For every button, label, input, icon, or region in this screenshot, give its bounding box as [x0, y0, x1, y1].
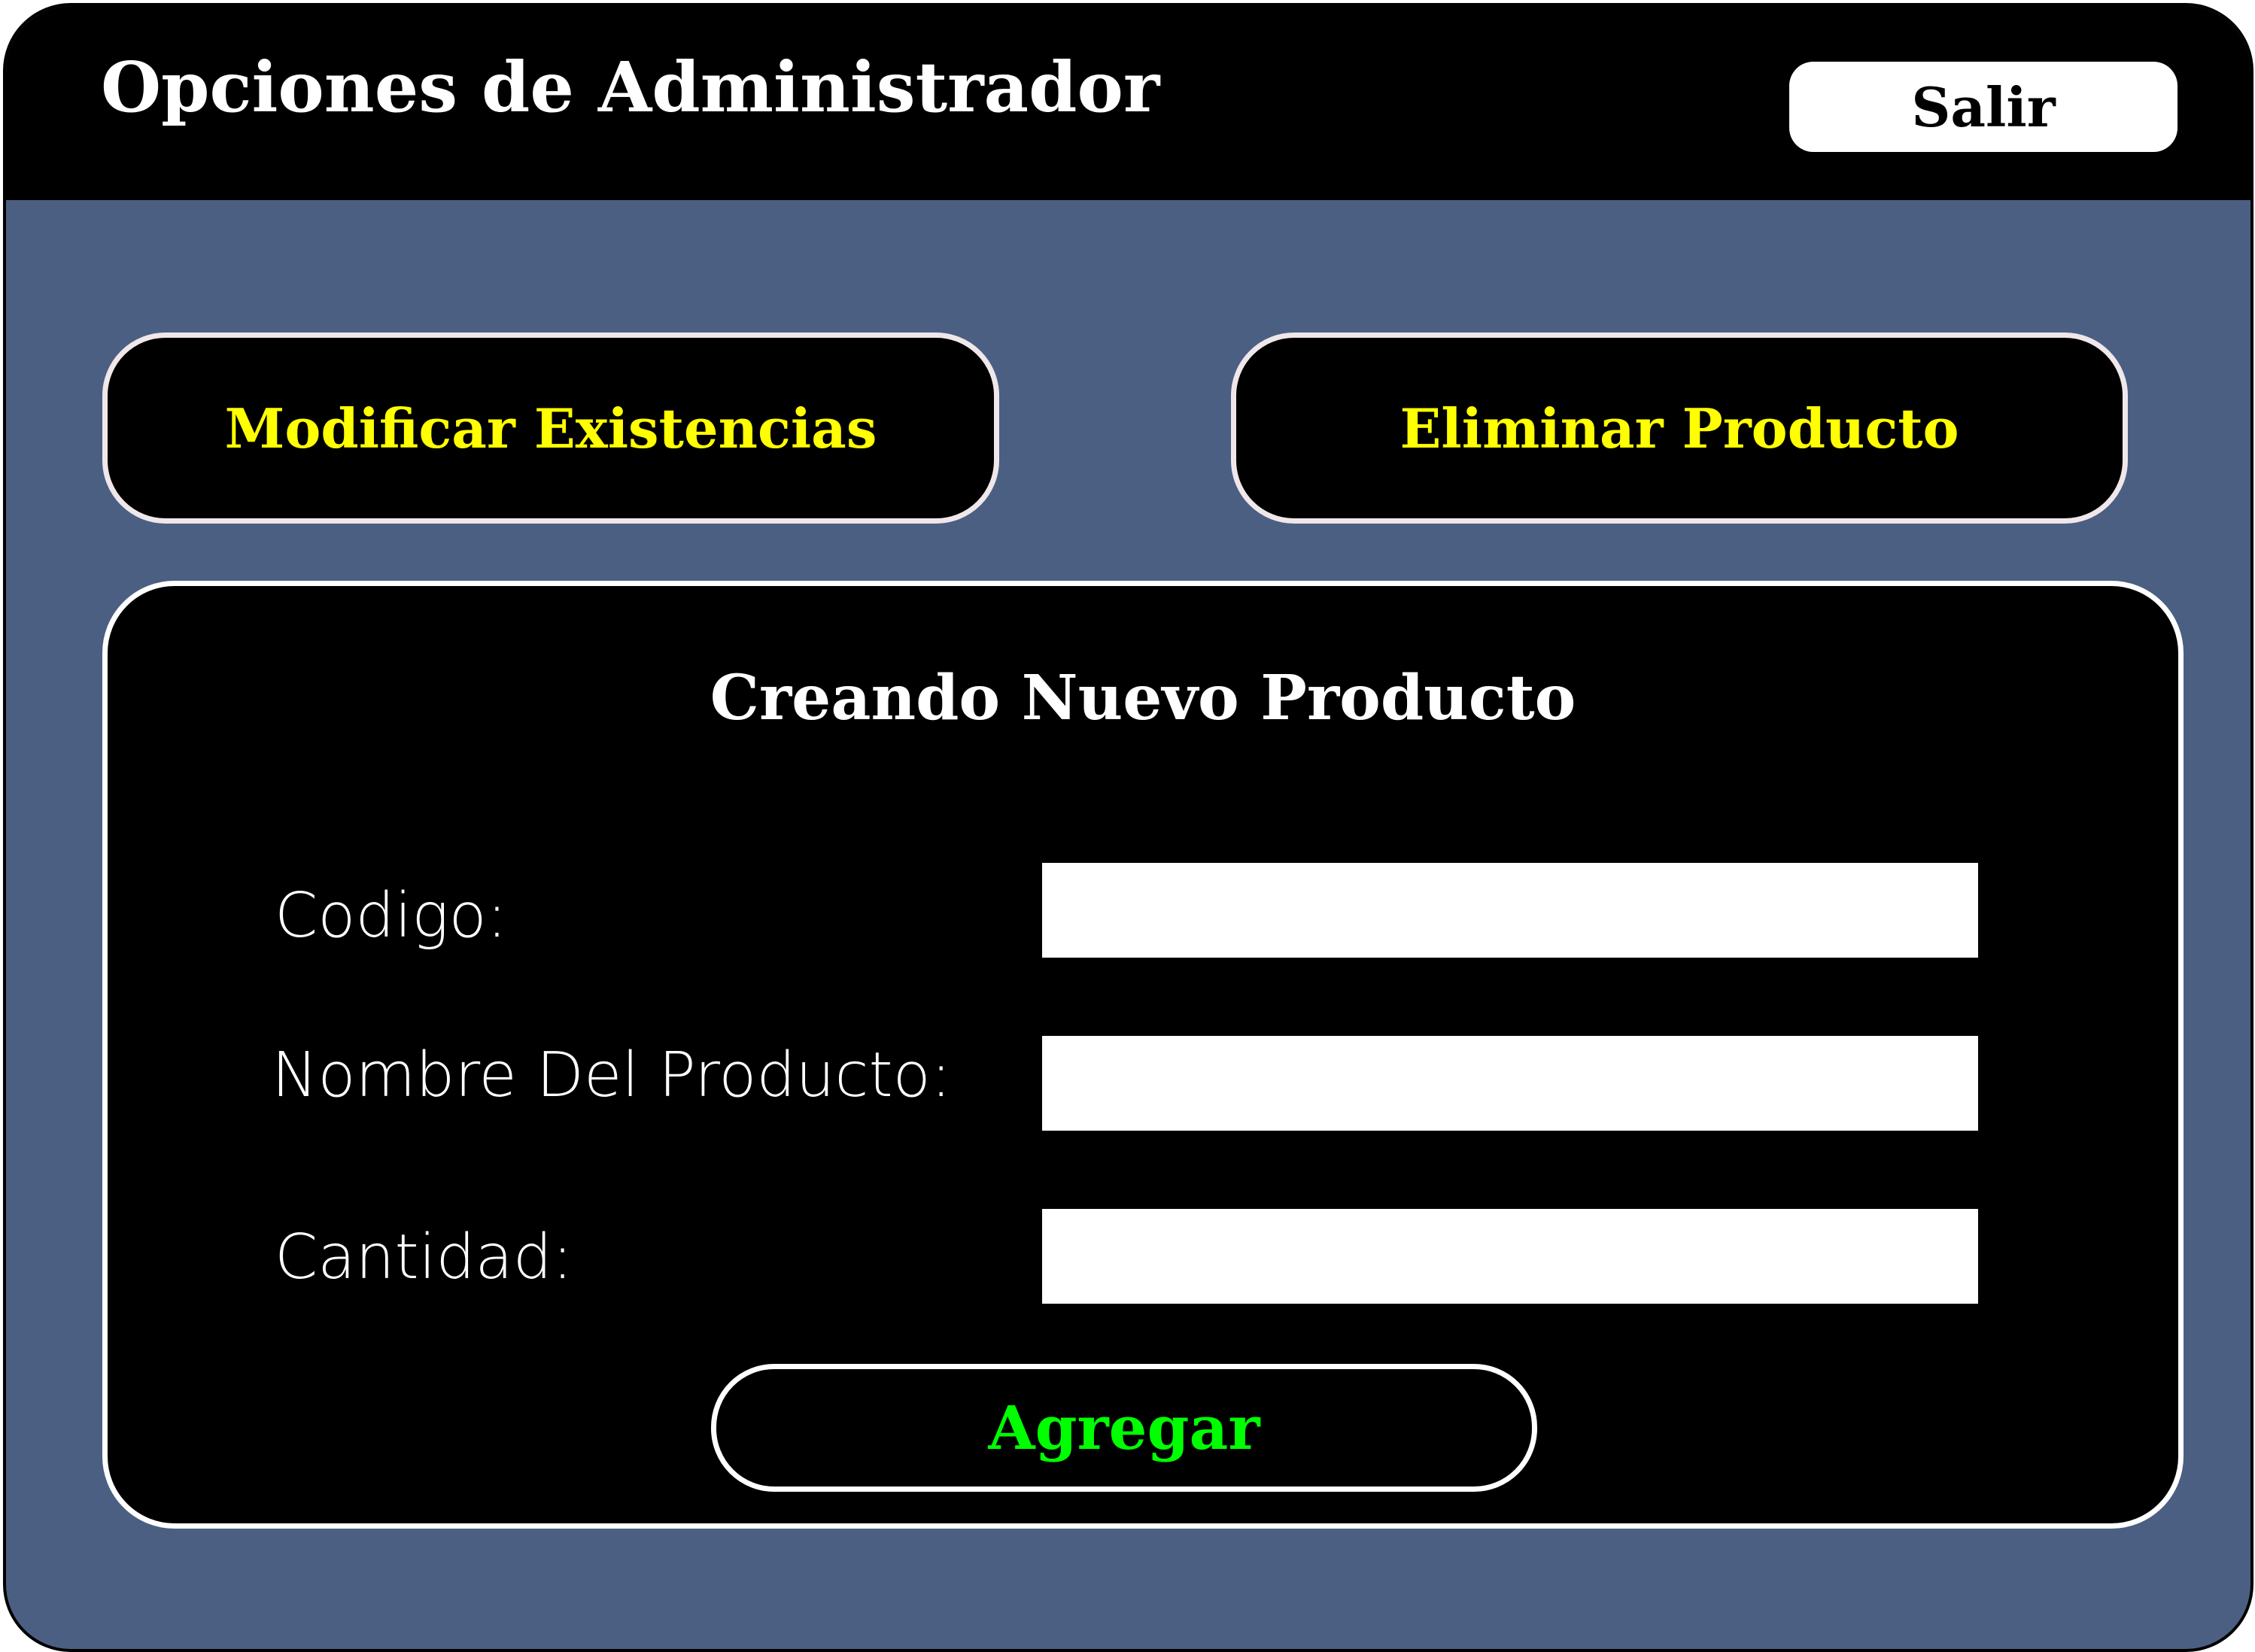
new-product-form: Creando Nuevo Producto Codigo: Nombre De…	[102, 581, 2184, 1529]
product-name-input[interactable]	[1042, 1036, 1978, 1131]
page-title: Opciones de Administrador	[101, 47, 1160, 128]
code-input[interactable]	[1042, 863, 1978, 958]
add-button[interactable]: Agregar	[711, 1364, 1537, 1492]
exit-button[interactable]: Salir	[1789, 62, 2178, 152]
product-name-label: Nombre Del Producto:	[272, 1040, 952, 1111]
code-label: Codigo:	[275, 880, 508, 952]
admin-window: Opciones de Administrador Salir Modifica…	[3, 3, 2253, 1652]
delete-product-button[interactable]: Eliminar Producto	[1231, 333, 2128, 524]
modify-stock-button[interactable]: Modificar Existencias	[102, 333, 999, 524]
quantity-input[interactable]	[1042, 1209, 1978, 1304]
header-bar: Opciones de Administrador Salir	[6, 6, 2250, 200]
form-title: Creando Nuevo Producto	[710, 662, 1576, 734]
quantity-label: Cantidad:	[275, 1222, 573, 1293]
